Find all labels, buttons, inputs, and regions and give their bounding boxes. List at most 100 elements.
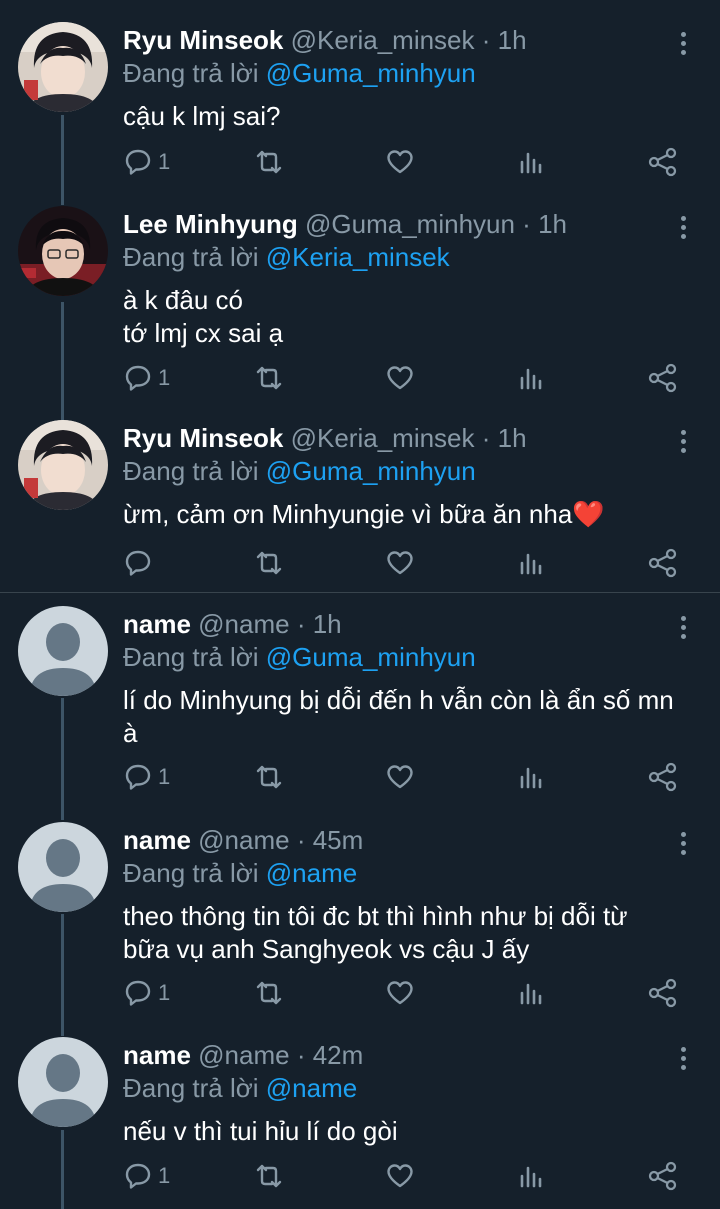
reply-to-link[interactable]: @name: [266, 1073, 357, 1103]
heart-emoji: ❤️: [572, 499, 605, 529]
retweet-button[interactable]: [254, 142, 284, 182]
like-icon: [387, 551, 413, 575]
more-icon[interactable]: [672, 32, 694, 62]
handle[interactable]: @name: [198, 825, 289, 855]
reply-to-link[interactable]: @Guma_minhyun: [266, 642, 476, 672]
like-button[interactable]: [386, 1156, 414, 1196]
share-button[interactable]: [648, 973, 678, 1013]
analytics-button[interactable]: [518, 973, 544, 1013]
analytics-icon: [520, 553, 542, 575]
retweet-icon: [256, 981, 282, 1005]
avatar[interactable]: [18, 1037, 108, 1127]
reply-icon: [125, 980, 151, 1006]
analytics-button[interactable]: [518, 757, 544, 797]
reply-button[interactable]: 1: [124, 757, 170, 797]
tweet-text: ừm, cảm ơn Minhyungie vì bữa ăn nha❤️: [123, 498, 703, 531]
retweet-button[interactable]: [254, 973, 284, 1013]
retweet-icon: [256, 150, 282, 174]
reply-to-link[interactable]: @Guma_minhyun: [266, 456, 476, 486]
reply-icon: [125, 550, 151, 576]
retweet-button[interactable]: [254, 358, 284, 398]
timestamp[interactable]: 1h: [498, 25, 527, 55]
retweet-icon: [256, 366, 282, 390]
avatar-photo: [18, 22, 108, 112]
timestamp[interactable]: 45m: [313, 825, 364, 855]
reply-button[interactable]: 1: [124, 358, 170, 398]
handle[interactable]: @name: [198, 1040, 289, 1070]
timestamp[interactable]: 1h: [498, 423, 527, 453]
share-button[interactable]: [648, 142, 678, 182]
avatar[interactable]: [18, 22, 108, 112]
default-avatar: [18, 606, 108, 696]
tweet-line-text: ừm, cảm ơn Minhyungie vì bữa ăn nha: [123, 499, 573, 529]
display-name[interactable]: name: [123, 825, 191, 855]
share-button[interactable]: [648, 1156, 678, 1196]
tweet-text: theo thông tin tôi đc bt thì hình như bị…: [123, 900, 703, 966]
reply-context: Đang trả lời @name: [123, 855, 357, 891]
reply-prefix: Đang trả lời: [123, 642, 266, 672]
timestamp[interactable]: 42m: [313, 1040, 364, 1070]
tweet-text: cậu k lmj sai?: [123, 100, 703, 133]
reply-icon: [125, 365, 151, 391]
reply-to-link[interactable]: @Keria_minsek: [266, 242, 450, 272]
reply-to-link[interactable]: @Guma_minhyun: [266, 58, 476, 88]
analytics-icon: [520, 767, 542, 789]
retweet-button[interactable]: [254, 543, 284, 583]
analytics-button[interactable]: [518, 543, 544, 583]
timestamp[interactable]: 1h: [538, 209, 567, 239]
like-icon: [387, 981, 413, 1005]
share-button[interactable]: [648, 358, 678, 398]
more-icon[interactable]: [672, 832, 694, 862]
more-icon[interactable]: [672, 1047, 694, 1077]
like-button[interactable]: [386, 543, 414, 583]
like-button[interactable]: [386, 142, 414, 182]
display-name[interactable]: name: [123, 609, 191, 639]
analytics-button[interactable]: [518, 1156, 544, 1196]
handle[interactable]: @Keria_minsek: [291, 25, 475, 55]
like-button[interactable]: [386, 358, 414, 398]
retweet-button[interactable]: [254, 1156, 284, 1196]
avatar[interactable]: [18, 822, 108, 912]
avatar[interactable]: [18, 206, 108, 296]
tweet-line: theo thông tin tôi đc bt thì hình như bị…: [123, 901, 628, 931]
more-icon[interactable]: [672, 430, 694, 460]
retweet-button[interactable]: [254, 757, 284, 797]
reply-button[interactable]: 1: [124, 142, 170, 182]
like-icon: [387, 1164, 413, 1188]
handle[interactable]: @name: [198, 609, 289, 639]
handle[interactable]: @Keria_minsek: [291, 423, 475, 453]
display-name[interactable]: Ryu Minseok: [123, 423, 283, 453]
reply-button[interactable]: [124, 543, 158, 583]
reply-button[interactable]: 1: [124, 973, 170, 1013]
separator-dot: ·: [474, 423, 498, 453]
display-name[interactable]: Lee Minhyung: [123, 209, 298, 239]
reply-button[interactable]: 1: [124, 1156, 170, 1196]
tweet-line: à k đâu có: [123, 285, 243, 315]
tweet-text: lí do Minhyung bị dỗi đến h vẫn còn là ẩ…: [123, 684, 703, 750]
tweet-actions: 1: [0, 358, 720, 398]
like-button[interactable]: [386, 973, 414, 1013]
separator-dot: ·: [514, 209, 539, 239]
tweet-text: nếu v thì tui hỉu lí do gòi: [123, 1115, 703, 1148]
share-button[interactable]: [648, 543, 678, 583]
avatar[interactable]: [18, 606, 108, 696]
like-button[interactable]: [386, 757, 414, 797]
more-icon[interactable]: [672, 616, 694, 646]
tweet-actions: 1: [0, 1156, 720, 1196]
handle[interactable]: @Guma_minhyun: [305, 209, 515, 239]
display-name[interactable]: name: [123, 1040, 191, 1070]
reply-to-link[interactable]: @name: [266, 858, 357, 888]
more-icon[interactable]: [672, 216, 694, 246]
analytics-icon: [520, 152, 542, 174]
analytics-button[interactable]: [518, 142, 544, 182]
reply-count: 1: [158, 1163, 171, 1188]
display-name[interactable]: Ryu Minseok: [123, 25, 283, 55]
separator-dot: ·: [474, 25, 498, 55]
timestamp[interactable]: 1h: [313, 609, 342, 639]
share-button[interactable]: [648, 757, 678, 797]
reply-context: Đang trả lời @Guma_minhyun: [123, 55, 476, 91]
analytics-button[interactable]: [518, 358, 544, 398]
tweet-line: tớ lmj cx sai ạ: [123, 318, 284, 348]
tweet-header: Ryu Minseok @Keria_minsek · 1h: [123, 22, 527, 58]
avatar[interactable]: [18, 420, 108, 510]
